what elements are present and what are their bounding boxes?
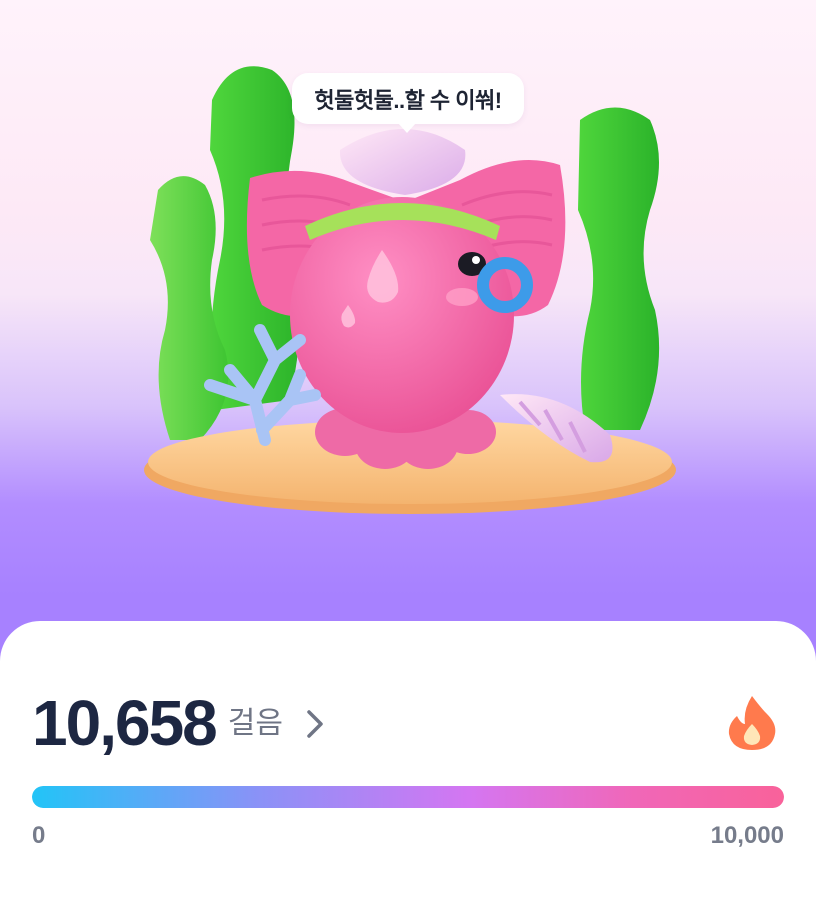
step-progress-fill [32,786,784,808]
progress-max-label: 10,000 [710,822,784,849]
step-count-button[interactable]: 10,658 걸음 [32,690,327,756]
flame-icon[interactable] [725,694,779,752]
step-count: 10,658 [32,687,218,759]
step-progress-bar [32,786,784,808]
seaweed-right [578,107,660,430]
chevron-right-icon [307,710,323,738]
hero-background: 헛둘헛둘..할 수 이쒀! [0,0,816,700]
speech-text: 헛둘헛둘..할 수 이쒀! [314,87,502,113]
step-unit: 걸음 [227,707,283,740]
speech-bubble: 헛둘헛둘..할 수 이쒀! [292,73,524,133]
step-card [0,621,816,898]
crown-shell [339,129,466,195]
progress-min-label: 0 [32,822,46,849]
